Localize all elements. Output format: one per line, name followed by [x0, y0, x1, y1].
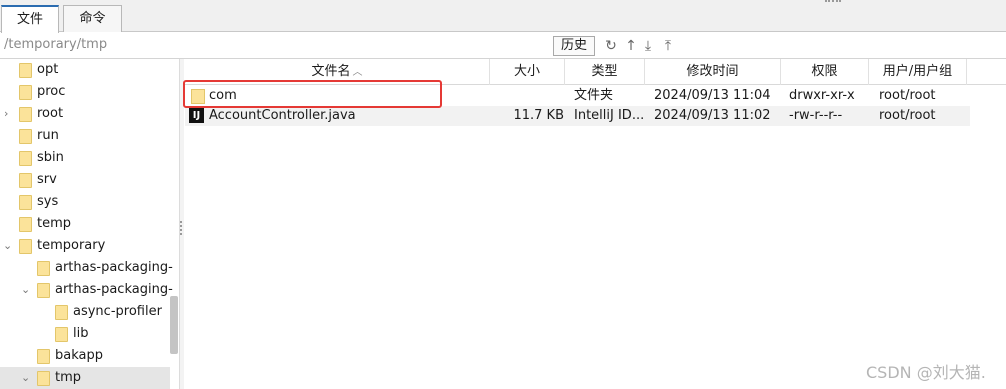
history-button[interactable]: 历史: [553, 36, 595, 56]
go-up-icon[interactable]: ↑: [623, 38, 639, 54]
folder-link-icon: [19, 151, 32, 166]
tree-item-label: run: [37, 128, 59, 143]
column-header-owner[interactable]: 用户/用户组: [869, 59, 967, 85]
download-icon[interactable]: ⤓: [640, 38, 656, 54]
folder-icon: [37, 371, 50, 386]
file-type: IntelliJ ID...: [574, 108, 644, 123]
tree-item-sbin[interactable]: sbin: [0, 147, 170, 169]
tree-item-label: arthas-packaging-: [55, 282, 173, 297]
file-modified: 2024/09/13 11:04: [654, 88, 771, 103]
file-type: 文件夹: [574, 88, 614, 103]
tree-item-label: srv: [37, 172, 57, 187]
file-owner: root/root: [879, 88, 936, 103]
tree-item-label: proc: [37, 84, 66, 99]
sort-ascending-icon: ︿: [352, 67, 363, 78]
highlight-annotation: [183, 80, 442, 108]
folder-icon: [37, 349, 50, 364]
tree-item-sys[interactable]: sys: [0, 191, 170, 213]
tab-commands[interactable]: 命令: [63, 5, 122, 32]
upload-icon[interactable]: ⤒: [660, 38, 676, 54]
folder-icon: [55, 305, 68, 320]
tree-item-lib[interactable]: lib: [0, 323, 170, 345]
tree-item-label: temporary: [37, 238, 106, 253]
folder-icon: [37, 261, 50, 276]
tree-item-label: arthas-packaging-: [55, 260, 173, 275]
intellij-file-icon: IJ: [189, 108, 204, 123]
file-list: 文件名 ︿ 大小 类型 修改时间 权限 用户/用户组 com 文件夹 2024/0…: [185, 59, 1006, 389]
folder-icon: [19, 85, 32, 100]
tree-scrollbar[interactable]: [170, 296, 178, 354]
chevron-right-icon[interactable]: ›: [4, 103, 14, 125]
chevron-down-icon[interactable]: ⌄: [21, 367, 31, 389]
tree-item-label: bakapp: [55, 348, 103, 363]
column-header-permissions[interactable]: 权限: [781, 59, 869, 85]
tree-item-bakapp[interactable]: bakapp: [0, 345, 170, 367]
folder-icon: [19, 195, 32, 210]
tree-item-label: async-profiler: [73, 304, 162, 319]
tree-item-temp[interactable]: temp: [0, 213, 170, 235]
splitter-grip-icon[interactable]: [180, 221, 184, 235]
chevron-down-icon[interactable]: ⌄: [3, 235, 13, 257]
chevron-down-icon[interactable]: ⌄: [21, 279, 31, 301]
tree-item-label: tmp: [55, 370, 82, 385]
tree-item-label: opt: [37, 62, 59, 77]
tree-item-label: temp: [37, 216, 72, 231]
tree-item-label: root: [37, 106, 64, 121]
file-row-accountcontroller[interactable]: IJ AccountController.java 11.7 KB Intell…: [185, 106, 970, 126]
folder-icon: [19, 129, 32, 144]
tree-item-temporary[interactable]: ⌄ temporary: [0, 235, 170, 257]
tree-item-arthas-packaging-2[interactable]: ⌄ arthas-packaging-: [0, 279, 173, 301]
directory-tree: opt proc › root run sbin srv sys temp ⌄ …: [0, 59, 180, 389]
column-header-type[interactable]: 类型: [565, 59, 645, 85]
folder-icon: [19, 63, 32, 78]
grip-handle[interactable]: [825, 0, 841, 4]
folder-icon: [19, 173, 32, 188]
tree-item-opt[interactable]: opt: [0, 59, 170, 81]
tree-item-label: sys: [37, 194, 59, 209]
column-header-label: 文件名: [311, 64, 351, 79]
file-size: 11.7 KB: [513, 108, 564, 123]
file-owner: root/root: [879, 108, 936, 123]
tree-item-label: lib: [73, 326, 89, 341]
file-permissions: drwxr-xr-x: [789, 88, 855, 103]
folder-icon: [55, 327, 68, 342]
tree-item-proc[interactable]: proc: [0, 81, 170, 103]
refresh-icon[interactable]: ↻: [603, 38, 619, 54]
tree-item-srv[interactable]: srv: [0, 169, 170, 191]
tree-item-run[interactable]: run: [0, 125, 170, 147]
folder-icon: [19, 217, 32, 232]
file-modified: 2024/09/13 11:02: [654, 108, 771, 123]
path-bar: /temporary/tmp 历史 ↻ ↑ ⤓ ⤒: [0, 33, 1006, 59]
tree-item-arthas-packaging-1[interactable]: arthas-packaging-: [0, 257, 173, 279]
tree-item-tmp[interactable]: ⌄ tmp: [0, 367, 170, 389]
column-header-modified[interactable]: 修改时间: [645, 59, 781, 85]
column-header-size[interactable]: 大小: [490, 59, 565, 85]
folder-icon: [19, 239, 32, 254]
tab-files[interactable]: 文件: [1, 5, 59, 33]
tree-item-async-profiler[interactable]: async-profiler: [0, 301, 170, 323]
watermark: CSDN @刘大猫.: [866, 363, 986, 382]
path-input[interactable]: /temporary/tmp: [4, 37, 107, 52]
tree-item-label: sbin: [37, 150, 64, 165]
folder-icon: [19, 107, 32, 122]
folder-icon: [37, 283, 50, 298]
file-name: AccountController.java: [209, 108, 356, 123]
file-permissions: -rw-r--r--: [789, 108, 843, 123]
tree-item-root[interactable]: › root: [0, 103, 170, 125]
tab-bar: 文件 命令: [0, 0, 1006, 33]
